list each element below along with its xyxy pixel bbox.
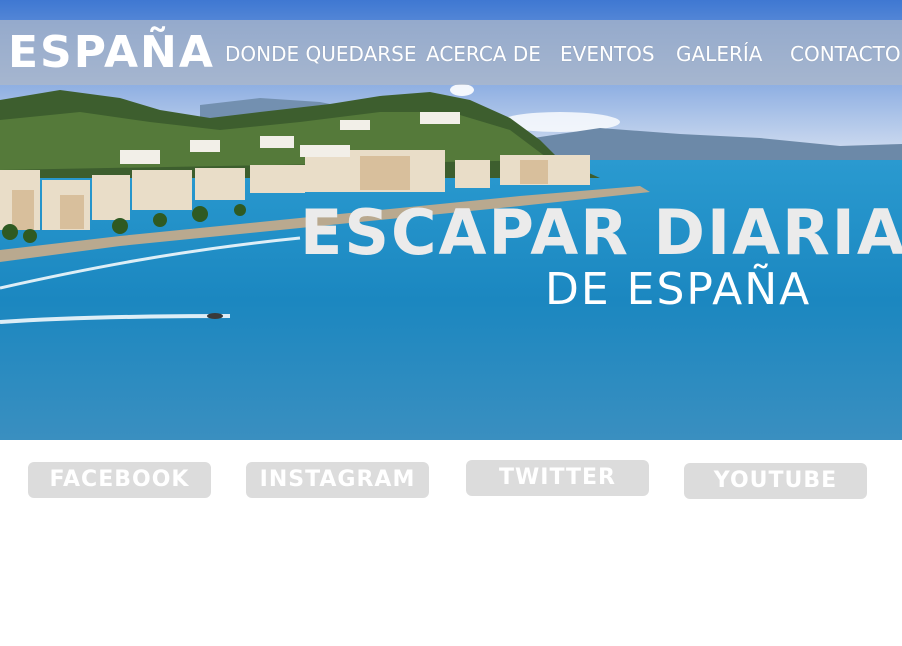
nav-item-donde-quedarse[interactable]: DONDE QUEDARSE bbox=[225, 42, 416, 66]
nav-item-eventos[interactable]: EVENTOS bbox=[560, 42, 655, 66]
twitter-button[interactable]: TWITTER bbox=[466, 460, 649, 496]
hero-title: ESCAPAR DIARIA bbox=[300, 196, 902, 269]
facebook-button[interactable]: FACEBOOK bbox=[28, 462, 211, 498]
site-logo[interactable]: ESPAÑA bbox=[8, 29, 215, 77]
nav-item-galeria[interactable]: GALERÍA bbox=[676, 42, 762, 66]
nav-item-acerca-de[interactable]: ACERCA DE bbox=[426, 42, 541, 66]
youtube-button[interactable]: YOUTUBE bbox=[684, 463, 867, 499]
hero-subtitle: DE ESPAÑA bbox=[545, 264, 812, 315]
nav-item-contacto[interactable]: CONTACTO bbox=[790, 42, 901, 66]
top-navbar: ESPAÑA DONDE QUEDARSE ACERCA DE EVENTOS … bbox=[0, 20, 902, 85]
instagram-button[interactable]: INSTAGRAM bbox=[246, 462, 429, 498]
